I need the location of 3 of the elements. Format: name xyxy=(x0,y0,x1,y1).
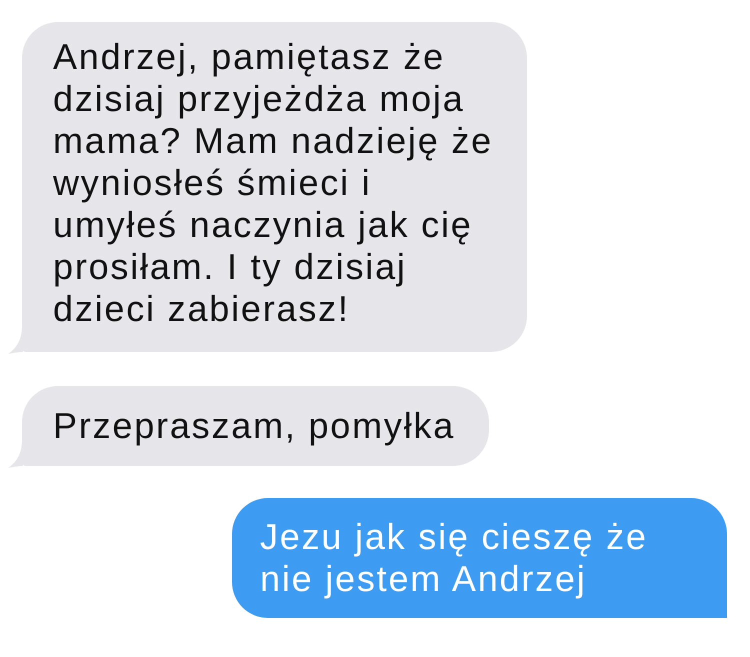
message-text: Jezu jak się cieszę że nie jestem Andrzej xyxy=(260,516,649,600)
message-text: Przepraszam, pomyłka xyxy=(53,405,456,447)
message-text: Andrzej, pamiętasz że dzisiaj przyjeżdża moja mama? Mam nadzieję że wyniosłeś śmieci i umyłeś naczynia jak cię prosiłam. I ty dzisiaj dzieci zabierasz! xyxy=(53,36,493,330)
